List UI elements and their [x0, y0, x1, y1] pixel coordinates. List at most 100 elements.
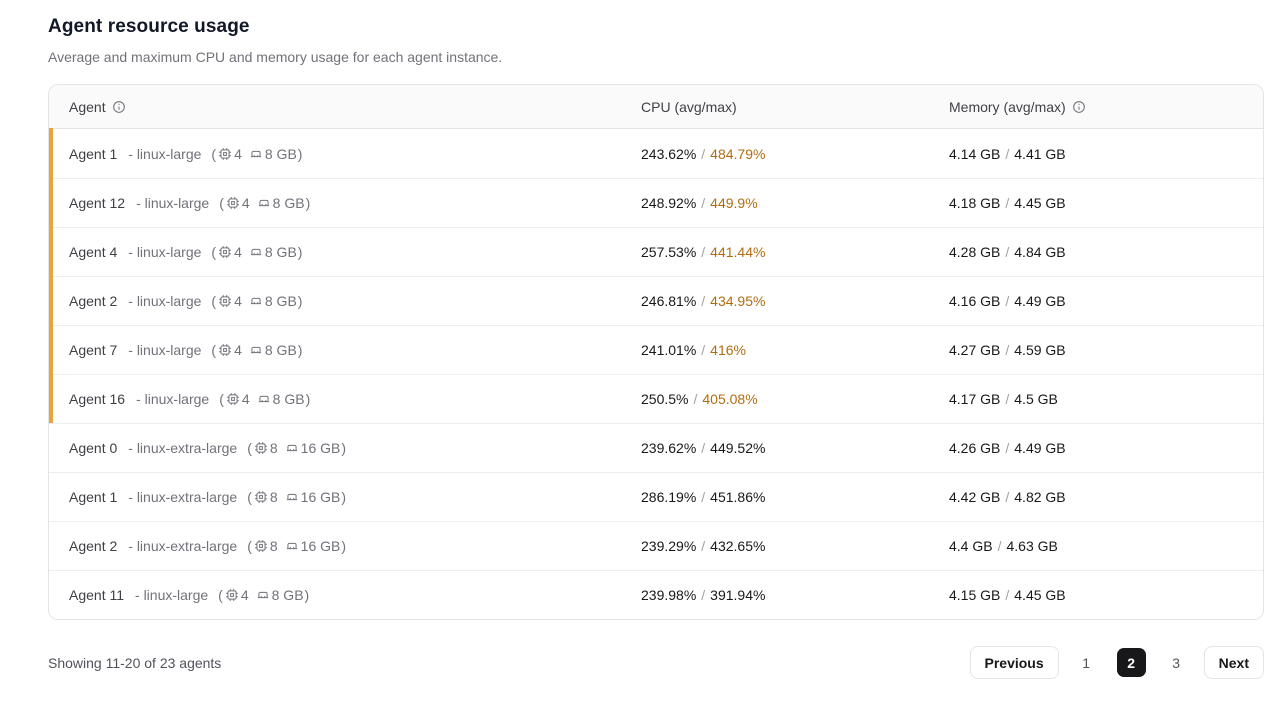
slash-separator: / — [998, 538, 1002, 554]
agent-name: Agent 1 — [69, 146, 117, 162]
slash-separator: / — [701, 244, 705, 260]
table-row: Agent 2 - linux-extra-large ( 8 — [49, 521, 1263, 570]
agent-resource-usage-page: Agent resource usage Average and maximum… — [0, 0, 1285, 679]
page-button-2[interactable]: 2 — [1117, 648, 1146, 677]
close-paren: ) — [305, 587, 310, 603]
cpu-avg: 239.98% — [641, 587, 696, 603]
memory-size: 8 GB — [273, 195, 305, 211]
memory-size: 8 GB — [272, 587, 304, 603]
memory-cell: 4.28 GB / 4.84 GB — [949, 244, 1263, 260]
memory-max: 4.5 GB — [1014, 391, 1058, 407]
agent-spec: ( 4 8 GB — [218, 587, 309, 603]
agent-instance-type: - linux-extra-large — [128, 440, 237, 456]
agent-name: Agent 11 — [69, 587, 124, 603]
close-paren: ) — [341, 489, 346, 505]
column-header-cpu: CPU (avg/max) — [641, 99, 949, 115]
slash-separator: / — [701, 587, 705, 603]
page-button-3[interactable]: 3 — [1162, 648, 1191, 677]
page-button-1[interactable]: 1 — [1072, 648, 1101, 677]
cpu-avg: 246.81% — [641, 293, 696, 309]
agent-instance-type: - linux-large — [135, 587, 208, 603]
page-subtitle: Average and maximum CPU and memory usage… — [48, 49, 1264, 65]
agent-spec: ( 8 16 GB — [247, 440, 346, 456]
agent-name: Agent 7 — [69, 342, 117, 358]
open-paren: ( — [219, 391, 224, 407]
cpu-chip-icon — [226, 196, 240, 210]
memory-avg: 4.15 GB — [949, 587, 1000, 603]
memory-cell: 4.17 GB / 4.5 GB — [949, 391, 1263, 407]
previous-page-button[interactable]: Previous — [970, 646, 1059, 679]
close-paren: ) — [298, 146, 303, 162]
slash-separator: / — [701, 538, 705, 554]
next-page-button[interactable]: Next — [1204, 646, 1264, 679]
memory-max: 4.45 GB — [1014, 195, 1065, 211]
agent-cell: Agent 0 - linux-extra-large ( 8 — [49, 440, 641, 456]
cpu-cell: 243.62% / 484.79% — [641, 146, 949, 162]
cpu-cell: 286.19% / 451.86% — [641, 489, 949, 505]
agent-name: Agent 16 — [69, 391, 125, 407]
cpu-max: 405.08% — [702, 391, 757, 407]
slash-separator: / — [1005, 489, 1009, 505]
cpu-count: 4 — [242, 195, 250, 211]
cpu-cell: 239.98% / 391.94% — [641, 587, 949, 603]
cpu-avg: 286.19% — [641, 489, 696, 505]
agent-spec: ( 4 8 GB — [211, 293, 302, 309]
table-row: Agent 12 - linux-large ( 4 — [49, 178, 1263, 227]
table-row: Agent 1 - linux-extra-large ( 8 — [49, 472, 1263, 521]
cpu-avg: 248.92% — [641, 195, 696, 211]
cpu-avg: 239.62% — [641, 440, 696, 456]
memory-avg: 4.42 GB — [949, 489, 1000, 505]
agent-cell: Agent 16 - linux-large ( 4 — [49, 391, 641, 407]
info-icon[interactable] — [112, 100, 126, 114]
cpu-chip-icon — [225, 588, 239, 602]
page-title: Agent resource usage — [48, 16, 1264, 38]
close-paren: ) — [306, 195, 311, 211]
slash-separator: / — [1005, 146, 1009, 162]
slash-separator: / — [1005, 293, 1009, 309]
cpu-avg: 250.5% — [641, 391, 688, 407]
memory-avg: 4.14 GB — [949, 146, 1000, 162]
cpu-chip-icon — [218, 294, 232, 308]
agent-spec: ( 4 8 GB — [211, 146, 302, 162]
open-paren: ( — [247, 538, 252, 554]
memory-stick-icon — [285, 490, 299, 504]
agent-instance-type: - linux-extra-large — [128, 489, 237, 505]
cpu-count: 8 — [270, 538, 278, 554]
memory-size: 8 GB — [273, 391, 305, 407]
column-header-memory: Memory (avg/max) — [949, 99, 1263, 115]
cpu-count: 4 — [234, 244, 242, 260]
table-body: Agent 1 - linux-large ( 4 — [49, 129, 1263, 619]
cpu-avg: 257.53% — [641, 244, 696, 260]
cpu-count: 4 — [242, 391, 250, 407]
info-icon[interactable] — [1072, 100, 1086, 114]
slash-separator: / — [701, 293, 705, 309]
agent-cell: Agent 1 - linux-extra-large ( 8 — [49, 489, 641, 505]
cpu-max: 416% — [710, 342, 746, 358]
results-summary: Showing 11-20 of 23 agents — [48, 655, 221, 671]
memory-size: 8 GB — [265, 146, 297, 162]
agent-name: Agent 2 — [69, 538, 117, 554]
memory-max: 4.41 GB — [1014, 146, 1065, 162]
open-paren: ( — [211, 293, 216, 309]
memory-stick-icon — [257, 392, 271, 406]
memory-cell: 4.27 GB / 4.59 GB — [949, 342, 1263, 358]
column-header-cpu-label: CPU (avg/max) — [641, 99, 737, 115]
slash-separator: / — [701, 146, 705, 162]
close-paren: ) — [298, 342, 303, 358]
open-paren: ( — [211, 342, 216, 358]
agent-spec: ( 4 8 GB — [211, 244, 302, 260]
cpu-cell: 248.92% / 449.9% — [641, 195, 949, 211]
table-header-row: Agent CPU (avg/max) Memory (avg/max) — [49, 85, 1263, 129]
cpu-cell: 239.62% / 449.52% — [641, 440, 949, 456]
memory-stick-icon — [256, 588, 270, 602]
close-paren: ) — [298, 244, 303, 260]
cpu-chip-icon — [218, 147, 232, 161]
cpu-chip-icon — [254, 441, 268, 455]
memory-cell: 4.26 GB / 4.49 GB — [949, 440, 1263, 456]
cpu-max: 449.9% — [710, 195, 757, 211]
memory-cell: 4.4 GB / 4.63 GB — [949, 538, 1263, 554]
agent-name: Agent 12 — [69, 195, 125, 211]
slash-separator: / — [1005, 195, 1009, 211]
memory-avg: 4.18 GB — [949, 195, 1000, 211]
cpu-count: 8 — [270, 489, 278, 505]
